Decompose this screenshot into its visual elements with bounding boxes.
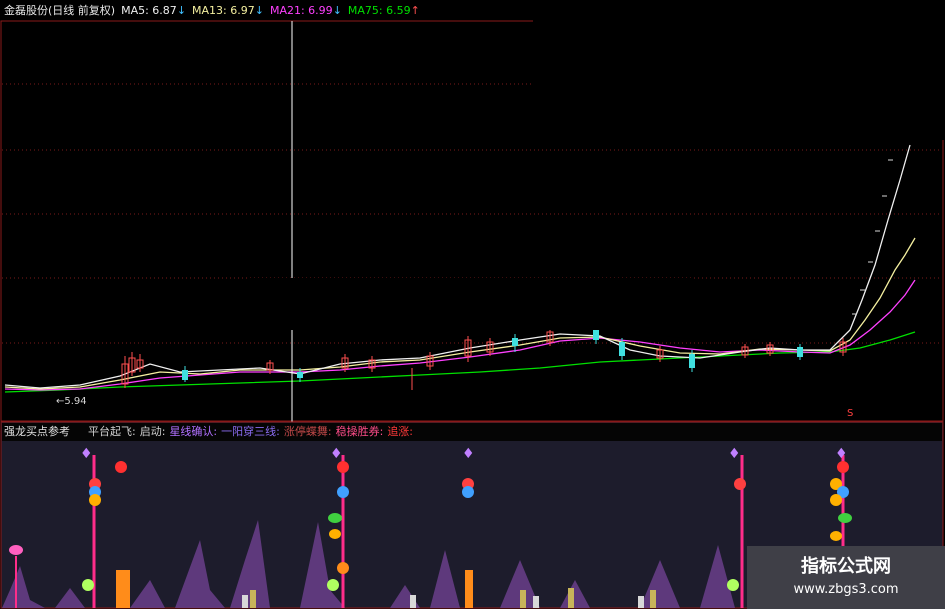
leaf-icon [328,513,342,523]
bat-icon: ♦ [728,446,741,462]
indicator-header: 强龙买点参考 平台起飞: 启动: 星线确认: 一阳穿三线: 涨停蝶舞: 稳操胜券… [4,424,413,439]
bat-icon: ♦ [80,446,93,462]
ball-icon [830,494,842,506]
plus-icon [115,461,127,473]
ball-icon [734,478,746,490]
bat-icon: ♦ [330,446,343,462]
indicator-item-limit-up: 涨停蝶舞: [283,425,332,438]
down-arrow-icon: ↓ [176,4,187,17]
plus-icon [337,461,349,473]
plus-icon [837,461,849,473]
ma75-line [4,331,916,393]
fruit-icon [337,562,349,574]
indicator-item-start: 启动: [139,425,166,438]
apple-icon [327,579,339,591]
bat-icon: ♦ [462,446,475,462]
ball-icon [337,486,349,498]
ma75-label: MA75: 6.59↑ [347,4,420,17]
indicator-item-star-confirm: 星线确认: [169,425,218,438]
ma5-line [4,144,911,389]
ma13-label: MA13: 6.97↓ [192,4,264,17]
stock-title[interactable]: 金磊股份(日线 前复权) [4,3,115,19]
redacted-block-top [533,0,945,140]
redacted-block-middle [250,278,694,330]
indicator-item-one-yang: 一阳穿三线: [221,425,280,438]
flower-icon [9,545,23,555]
apple-icon [82,579,94,591]
down-arrow-icon: ↓ [332,4,342,17]
indicator-item-chase: 追涨: [387,425,414,438]
fruit-icon [329,529,341,539]
indicator-item-steady: 稳操胜券: [335,425,384,438]
ball-icon [462,486,474,498]
ball-icon [89,494,101,506]
up-arrow-icon: ↑ [410,4,420,17]
fruit-icon [830,531,842,541]
apple-icon [727,579,739,591]
ma5-label: MA5: 6.87↓ [121,4,187,17]
down-arrow-icon: ↓ [254,4,264,17]
indicator-item-platform: 平台起飞: [88,425,136,438]
indicator-name[interactable]: 强龙买点参考 [4,424,70,439]
watermark-url: www.zbgs3.com [793,582,899,597]
sell-signal-marker: S [847,408,854,419]
chart-header: 金磊股份(日线 前复权) MA5: 6.87↓ MA13: 6.97↓ MA21… [4,3,420,19]
bat-icon: ♦ [835,446,848,462]
candlesticks [121,328,847,390]
price-scale-ticks [852,159,893,315]
watermark: 指标公式网 www.zbgs3.com [747,546,945,609]
ma21-label: MA21: 6.99↓ [269,4,342,17]
leaf-icon [838,513,852,523]
watermark-title: 指标公式网 [801,556,891,577]
low-price-marker: ←5.94 [56,396,87,407]
